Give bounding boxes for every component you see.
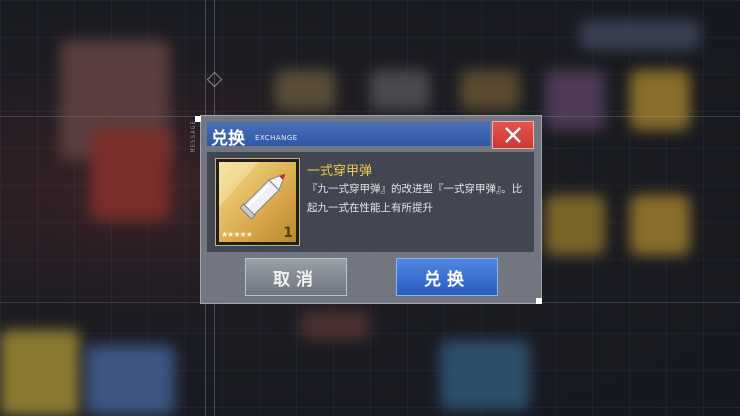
rarity-stars: ★★★★★ — [221, 230, 253, 239]
corner-mark — [536, 298, 542, 304]
dialog-title-bar: 兑换 EXCHANGE — [207, 122, 490, 149]
close-button[interactable] — [492, 121, 534, 149]
confirm-exchange-button[interactable]: 兑换 — [396, 258, 498, 296]
dialog-title-sub: EXCHANGE — [255, 134, 298, 142]
item-name: 一式穿甲弹 — [307, 164, 373, 179]
exchange-dialog: 兑换 EXCHANGE ★★★★★ 1 一式穿甲弹 『九一式穿甲弹』的改进型『一… — [195, 115, 542, 304]
close-icon — [505, 127, 521, 143]
cancel-button[interactable]: 取消 — [245, 258, 347, 296]
item-quantity: 1 — [283, 225, 293, 241]
dialog-title: 兑换 — [211, 129, 245, 149]
item-description: 『九一式穿甲弹』的改进型『一式穿甲弹』。比起九一式在性能上有所提升 — [307, 183, 523, 214]
item-card: ★★★★★ 1 — [219, 162, 296, 242]
item-panel: ★★★★★ 1 一式穿甲弹 『九一式穿甲弹』的改进型『一式穿甲弹』。比起九一式在… — [207, 152, 534, 252]
message-side-label: MESSAGE — [190, 120, 197, 153]
item-slot[interactable]: ★★★★★ 1 — [215, 158, 300, 246]
corner-mark — [195, 116, 201, 122]
